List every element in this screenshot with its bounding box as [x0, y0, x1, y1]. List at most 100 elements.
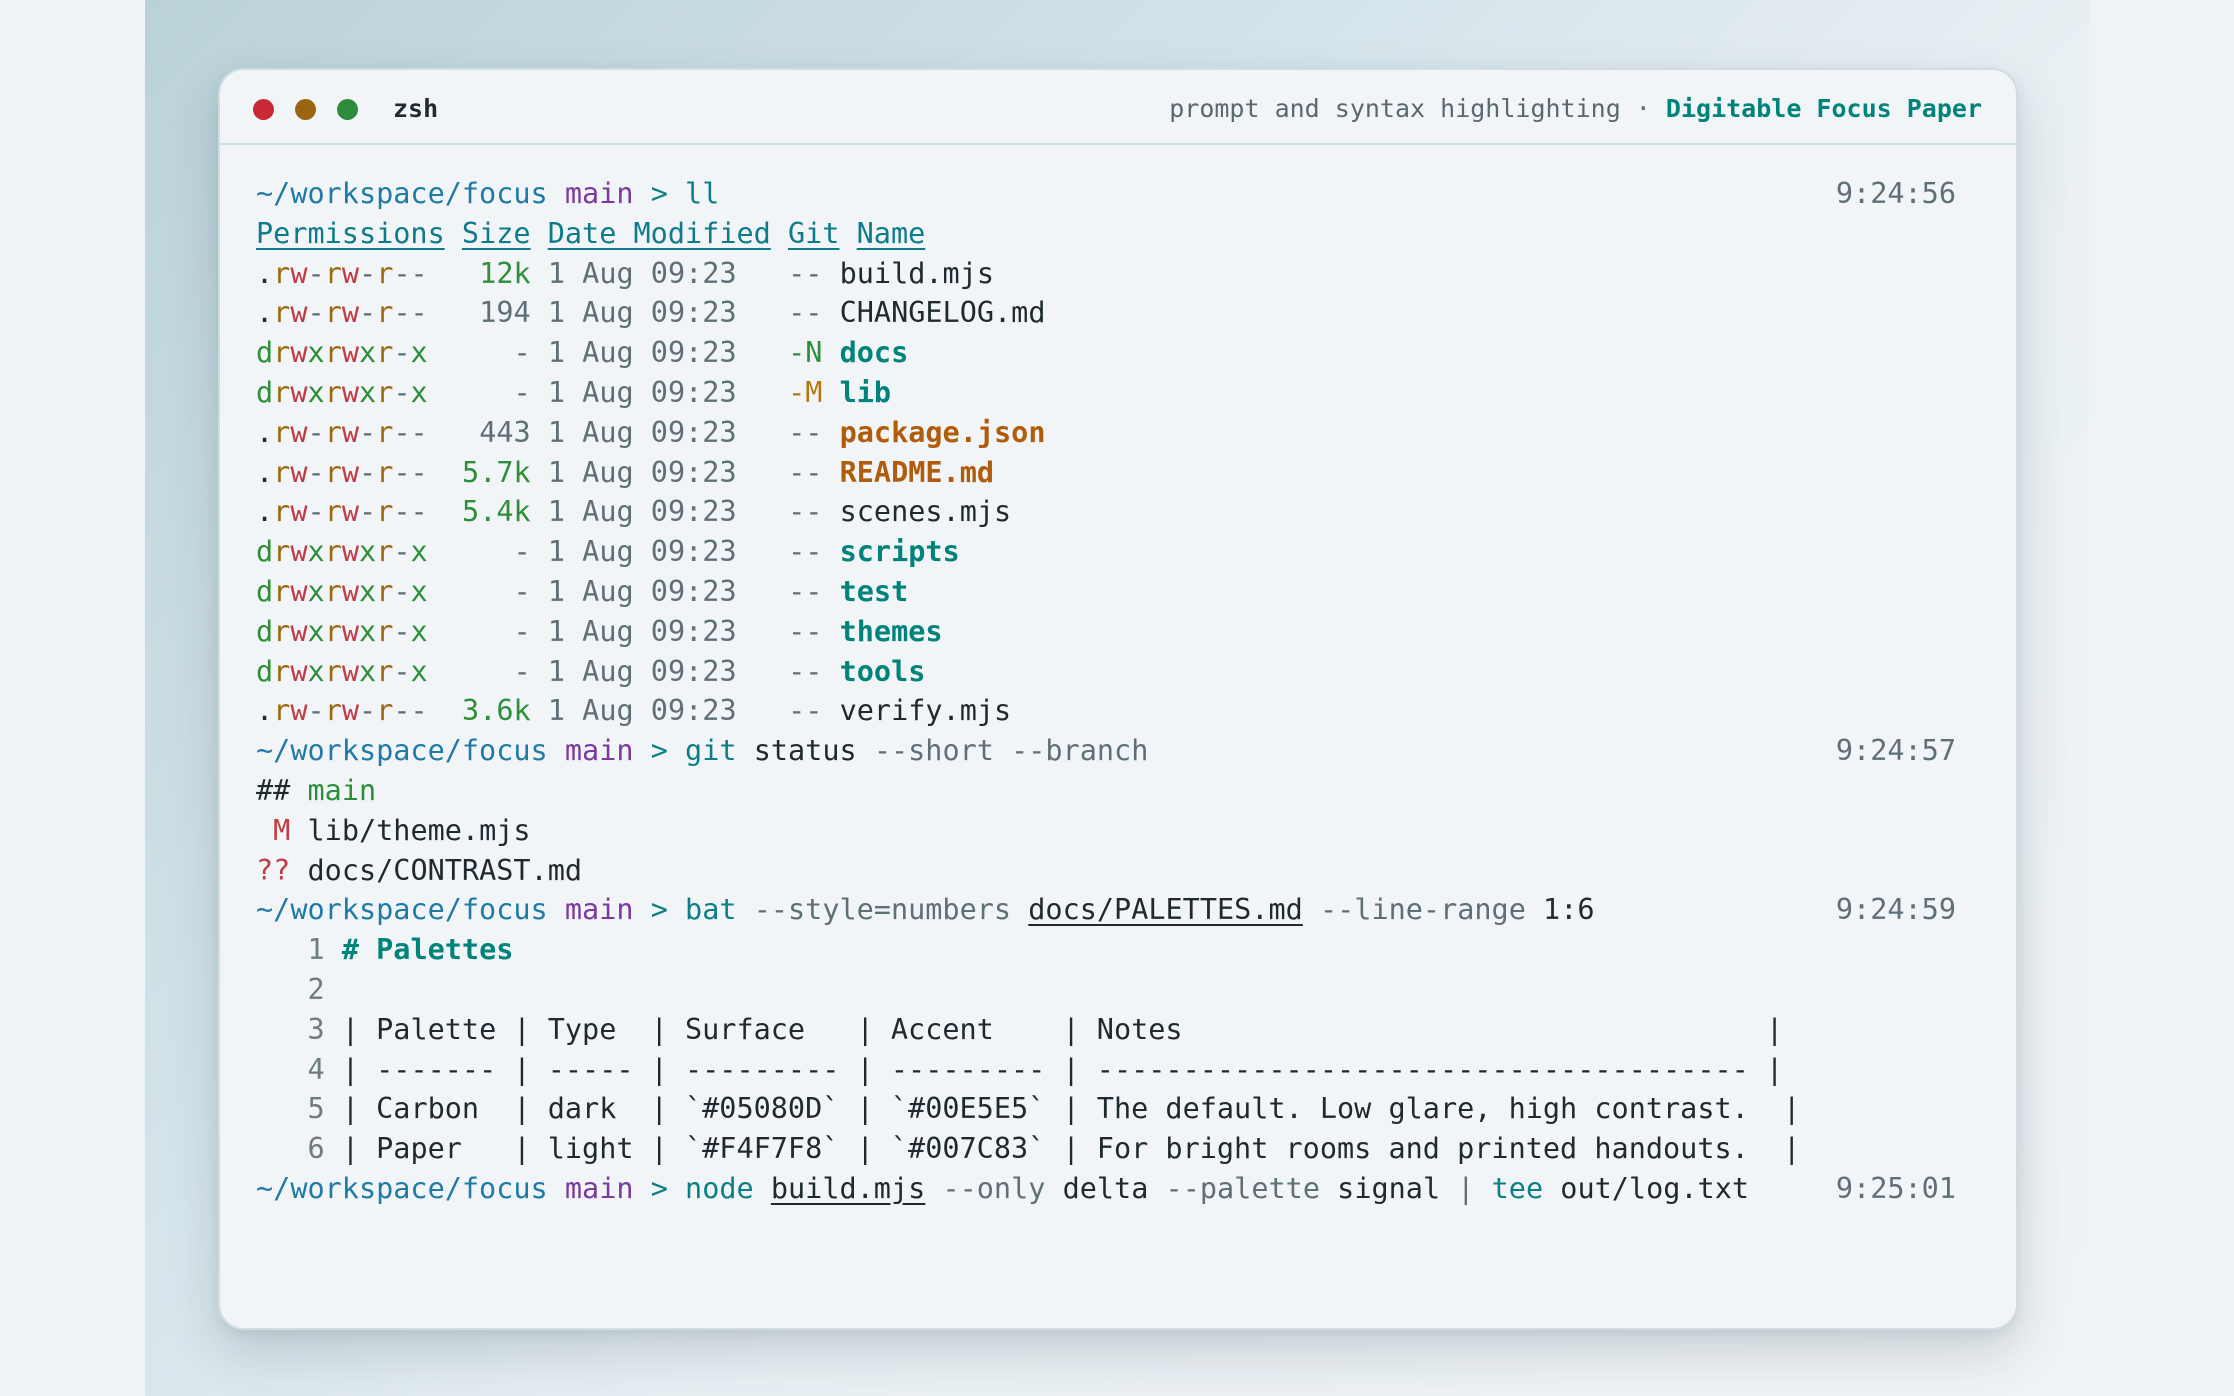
text-segment: [822, 535, 839, 568]
file-date: 1 Aug 09:23: [547, 455, 737, 489]
command-arg: 1:6: [1543, 893, 1595, 927]
text-segment: [531, 694, 548, 727]
line-number: 3: [256, 1012, 325, 1046]
perm-char: x: [410, 614, 428, 648]
minimize-button[interactable]: [295, 99, 316, 120]
file-name: scenes.mjs: [839, 495, 1012, 529]
perm-char: w: [341, 455, 360, 489]
perm-char: r: [273, 614, 291, 648]
text-segment: [428, 376, 445, 409]
subtitle-text: prompt and syntax highlighting ·: [1169, 94, 1666, 123]
text-segment: [325, 1092, 342, 1125]
perm-char: -: [393, 336, 411, 370]
perm-char: x: [359, 336, 377, 370]
bat-line: 2: [256, 970, 1956, 1010]
text-segment: [737, 456, 788, 489]
perm-char: -: [359, 455, 377, 489]
perm-char: -: [307, 694, 325, 728]
text-segment: [325, 973, 342, 1006]
text-segment: [325, 1053, 342, 1086]
perm-char: -: [393, 574, 411, 608]
text-segment: [428, 336, 445, 369]
command-arg: signal: [1337, 1171, 1441, 1205]
perm-char: -: [359, 495, 377, 529]
perm-char: r: [376, 375, 394, 409]
listing-row: drwxrwxr-x - 1 Aug 09:23 -- themes: [256, 612, 1956, 652]
perm-char: r: [324, 296, 342, 330]
maximize-button[interactable]: [337, 99, 358, 120]
perm-char: .: [256, 256, 274, 290]
text-segment: [668, 1172, 685, 1205]
text-segment: [290, 854, 307, 887]
text-segment: [531, 336, 548, 369]
file-size: 12k: [444, 256, 531, 290]
perm-char: -: [410, 694, 428, 728]
text-segment: [737, 575, 788, 608]
file-date: 1 Aug 09:23: [547, 375, 737, 409]
text-segment: [737, 495, 788, 528]
perm-char: r: [376, 535, 394, 569]
perm-char: -: [410, 415, 428, 449]
text-segment: [428, 296, 445, 329]
text-segment: [737, 296, 788, 329]
perm-char: w: [341, 535, 360, 569]
text-segment: [634, 1172, 651, 1205]
text-segment: [428, 694, 445, 727]
file-date: 1 Aug 09:23: [547, 256, 737, 290]
perm-char: w: [341, 256, 360, 290]
perm-char: w: [290, 296, 308, 330]
status-path: lib/theme.mjs: [307, 813, 531, 847]
text-segment: [1474, 1172, 1491, 1205]
perm-char: r: [376, 495, 394, 529]
perm-char: -: [393, 694, 411, 728]
terminal-output[interactable]: ~/workspace/focus main > ll 9:24:56 Permis…: [256, 174, 1956, 1209]
prompt-timestamp: 9:24:57: [1835, 734, 1956, 768]
perm-char: -: [307, 455, 325, 489]
prompt-timestamp: 9:24:59: [1835, 893, 1956, 927]
prompt-path: ~/workspace/focus: [256, 177, 548, 210]
perm-char: r: [376, 694, 394, 728]
git-status: --: [788, 455, 823, 489]
text-segment: [668, 734, 685, 767]
text-segment: [290, 814, 307, 847]
command-arg: docs/PALETTES.md: [1028, 893, 1303, 927]
prompt-arrow: >: [650, 893, 668, 927]
file-size: -: [444, 535, 531, 569]
perm-char: -: [393, 614, 411, 648]
perm-char: -: [359, 296, 377, 330]
text-segment: [925, 1172, 942, 1205]
file-name: tools: [839, 654, 926, 688]
file-date: 1 Aug 09:23: [547, 614, 737, 648]
command-arg: --short: [873, 734, 994, 768]
text-segment: [428, 535, 445, 568]
file-name: scripts: [839, 535, 960, 569]
file-name: build.mjs: [839, 256, 995, 290]
text-segment: [428, 257, 445, 290]
perm-char: r: [324, 256, 342, 290]
text-segment: [839, 217, 856, 250]
command-arg: --branch: [1011, 734, 1149, 768]
bat-line: 1 # Palettes: [256, 930, 1956, 970]
window-subtitle: prompt and syntax highlighting · Digitab…: [1169, 89, 1982, 129]
text-segment: [822, 495, 839, 528]
perm-char: r: [324, 535, 342, 569]
perm-char: .: [256, 455, 274, 489]
git-status: --: [788, 256, 823, 290]
perm-char: -: [410, 455, 428, 489]
perm-char: w: [290, 614, 308, 648]
perm-char: -: [307, 256, 325, 290]
prompt-timestamp: 9:25:01: [1835, 1171, 1956, 1205]
perm-char: -: [307, 495, 325, 529]
text-segment: [445, 217, 462, 250]
perm-char: w: [341, 574, 360, 608]
command-arg: status: [753, 734, 857, 768]
text-segment: [857, 734, 874, 767]
perm-char: r: [376, 415, 394, 449]
prompt-branch: main: [564, 893, 634, 927]
prompt-line: ~/workspace/focus main > node build.mjs …: [256, 1169, 1956, 1209]
branch-marker: ##: [256, 773, 291, 807]
column-header: Git: [787, 216, 840, 250]
git-status-entry: M lib/theme.mjs: [256, 811, 1956, 851]
close-button[interactable]: [253, 99, 274, 120]
text-segment: [822, 694, 839, 727]
